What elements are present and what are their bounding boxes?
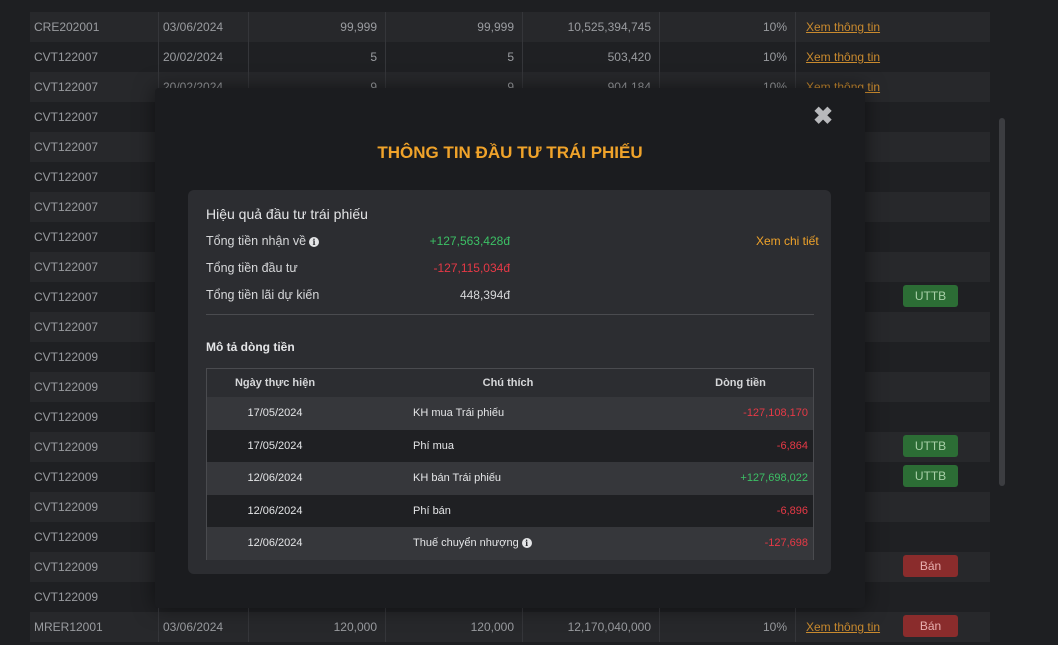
cashflow-amount: -6,896 (776, 504, 808, 517)
cashflow-note: Phí bán (343, 495, 593, 528)
profit-label: Tổng tiền lãi dự kiến (206, 288, 320, 302)
col-note: Chú thích (482, 377, 534, 389)
close-icon[interactable]: ✖ (812, 105, 834, 129)
cashflow-note: Thuế chuyển nhượng i (343, 527, 593, 560)
cashflow-note: KH bán Trái phiếu (343, 462, 593, 495)
cashflow-row: 12/06/2024 Thuế chuyển nhượng i -127,698 (207, 527, 813, 560)
cashflow-note-text: KH mua Trái phiếu (413, 407, 505, 419)
cashflow-amount: -127,698 (764, 537, 808, 549)
investment-summary-card: Hiệu quả đầu tư trái phiếu Tổng tiền nhậ… (188, 190, 831, 574)
col-amount: Dòng tiền (715, 377, 766, 389)
invested-value: -127,115,034đ (433, 261, 510, 275)
cashflow-amount: +127,698,022 (740, 472, 808, 484)
cashflow-amount: -6,864 (776, 439, 808, 452)
modal-overlay: ✖ THÔNG TIN ĐẦU TƯ TRÁI PHIẾU Hiệu quả đ… (0, 0, 1058, 645)
view-detail-link[interactable]: Xem chi tiết (756, 234, 819, 248)
cashflow-note: Phí mua (343, 430, 593, 463)
cashflow-header: Ngày thực hiện Chú thích Dòng tiền (207, 369, 813, 397)
received-label: Tổng tiền nhận về (206, 234, 307, 248)
cashflow-date: 12/06/2024 (247, 504, 303, 517)
cashflow-date: 17/05/2024 (247, 407, 303, 419)
cashflow-note-text: Thuế chuyển nhượng (413, 537, 519, 549)
profit-value: 448,394đ (459, 288, 510, 302)
cashflow-amount: -127,108,170 (743, 407, 808, 419)
cashflow-note: KH mua Trái phiếu (343, 397, 593, 430)
info-icon[interactable]: i (521, 538, 532, 549)
cashflow-note-text: Phí bán (413, 504, 451, 517)
modal-title: THÔNG TIN ĐẦU TƯ TRÁI PHIẾU (377, 143, 643, 162)
divider (206, 314, 814, 315)
cashflow-title: Mô tả dòng tiền (206, 340, 295, 354)
cashflow-row: 17/05/2024 Phí mua -6,864 (207, 429, 813, 463)
received-label-row: Tổng tiền nhận về i (206, 234, 320, 248)
received-value: +127,563,428đ (429, 234, 510, 248)
col-date: Ngày thực hiện (234, 377, 316, 389)
bond-investment-modal: ✖ THÔNG TIN ĐẦU TƯ TRÁI PHIẾU Hiệu quả đ… (155, 88, 865, 608)
info-icon[interactable]: i (309, 236, 320, 247)
invested-label: Tổng tiền đầu tư (206, 261, 298, 275)
cashflow-row: 12/06/2024 Phí bán -6,896 (207, 494, 813, 528)
cashflow-row: 17/05/2024 KH mua Trái phiếu -127,108,170 (207, 397, 813, 430)
cashflow-date: 17/05/2024 (247, 439, 303, 452)
section-title: Hiệu quả đầu tư trái phiếu (206, 206, 368, 222)
cashflow-note-text: Phí mua (413, 439, 454, 452)
cashflow-row: 12/06/2024 KH bán Trái phiếu +127,698,022 (207, 462, 813, 495)
cashflow-date: 12/06/2024 (247, 472, 303, 484)
cashflow-table: Ngày thực hiện Chú thích Dòng tiền 17/05… (206, 368, 814, 560)
cashflow-note-text: KH bán Trái phiếu (413, 472, 502, 484)
cashflow-date: 12/06/2024 (247, 537, 303, 549)
